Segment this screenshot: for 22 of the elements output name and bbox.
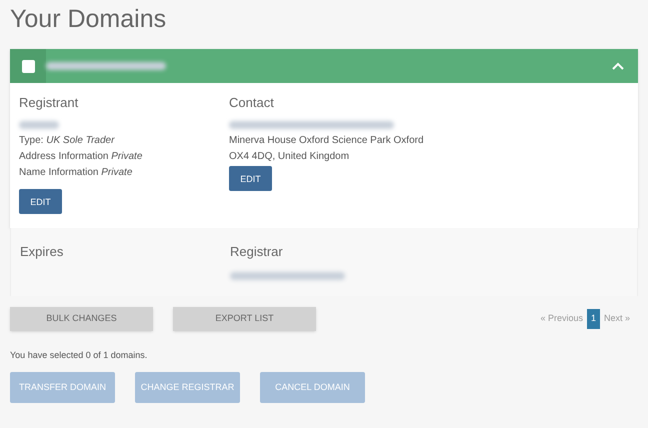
selection-count: You have selected 0 of 1 domains. (10, 349, 148, 362)
checkbox[interactable] (22, 60, 34, 72)
info-line: Name Information Private (19, 166, 132, 180)
page-title: Your Domains (10, 4, 166, 34)
chevron-up-icon[interactable] (612, 62, 624, 70)
action-button[interactable]: EXPORT LIST (173, 307, 316, 331)
redacted-text (19, 121, 59, 129)
info-line: Type: UK Sole Trader (19, 134, 114, 148)
edit-button[interactable]: EDIT (19, 189, 62, 214)
section-heading: Registrant (19, 95, 78, 111)
action-button[interactable]: BULK CHANGES (10, 307, 153, 331)
section-heading: Expires (20, 243, 64, 261)
previous-link[interactable]: « Previous (540, 312, 583, 326)
section-heading: Registrar (230, 243, 284, 261)
info-line: Minerva House Oxford Science Park Oxford (229, 134, 424, 148)
edit-button[interactable]: EDIT (229, 166, 272, 191)
info-line: Address Information Private (19, 150, 142, 164)
page-button[interactable]: 1 (586, 309, 600, 329)
next-link[interactable]: Next » (604, 312, 630, 326)
section-heading: Contact (229, 95, 274, 111)
domain-header[interactable] (10, 49, 638, 83)
info-line: OX4 4DQ, United Kingdom (229, 150, 350, 164)
